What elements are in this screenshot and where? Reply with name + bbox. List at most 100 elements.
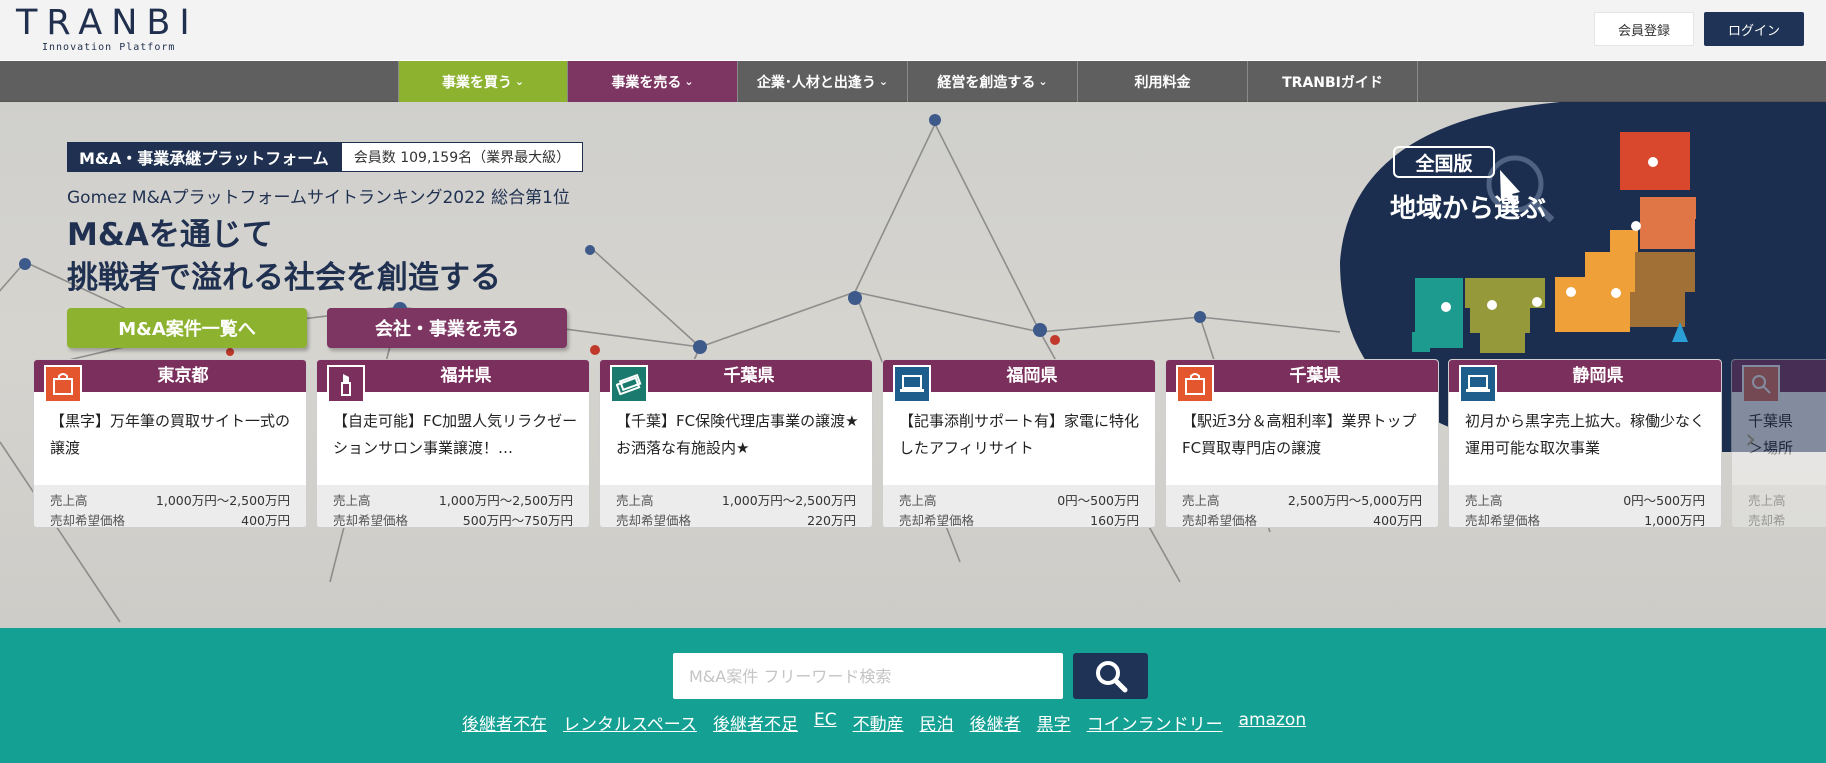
headline-line-1: M&Aを通じて <box>67 217 273 253</box>
card-info: 売上高 売却希 <box>1732 485 1826 528</box>
main-nav: 事業を買う ⌄ 事業を売る ⌄ 企業･人材と出逢う ⌄ 経営を創造する ⌄ 利用料金 T… <box>0 61 1826 102</box>
ma-list-button[interactable]: M&A案件一覧へ <box>67 308 307 348</box>
price-value: 160万円 <box>1090 513 1139 528</box>
sales-value: 2,500万円～5,000万円 <box>1287 493 1422 508</box>
price-label: 売却希 <box>1748 513 1786 528</box>
lipstick-icon <box>327 365 365 403</box>
card-title: 千葉県 ＞場所 <box>1748 412 1794 457</box>
nav-create-management[interactable]: 経営を創造する ⌄ <box>908 61 1078 102</box>
nav-sell-business[interactable]: 事業を売る ⌄ <box>568 61 738 102</box>
deal-card[interactable]: 静岡県 初月から黒字売上拡大。稼働少なく運用可能な取次事業 売上高 0円～500万… <box>1448 359 1722 528</box>
sales-label: 売上高 <box>50 493 88 508</box>
member-count: 会員数 109,159名（業界最大級） <box>340 142 584 172</box>
chevron-down-icon: ⌄ <box>878 75 889 88</box>
shopping-bag-icon <box>1176 365 1214 403</box>
ranking-text: Gomez M&Aプラットフォームサイトランキング2022 総合第1位 <box>67 188 570 208</box>
deal-card[interactable]: 東京都 【黒字】万年筆の買取サイト一式の譲渡 売上高 1,000万円～2,500万… <box>33 359 307 528</box>
login-button[interactable]: ログイン <box>1704 12 1804 46</box>
sales-value: 1,000万円～2,500万円 <box>155 493 290 508</box>
card-info: 売上高 0円～500万円 売却希望価格 160万円 <box>883 485 1155 528</box>
price-label: 売却希望価格 <box>333 513 409 528</box>
nav-meet-people[interactable]: 企業･人材と出逢う ⌄ <box>738 61 908 102</box>
sales-label: 売上高 <box>1748 493 1786 508</box>
deal-card[interactable]: 福岡県 【記事添削サポート有】家電に特化したアフィリサイト 売上高 0円～500万… <box>882 359 1156 528</box>
sales-value: 0円～500万円 <box>1623 493 1705 508</box>
price-value: 220万円 <box>807 513 856 528</box>
carousel-next-icon[interactable]: › <box>1745 422 1756 455</box>
nav-label: TRANBIガイド <box>1282 74 1383 91</box>
price-label: 売却希望価格 <box>1465 513 1541 528</box>
sell-business-button[interactable]: 会社・事業を売る <box>327 308 567 348</box>
card-title: 【黒字】万年筆の買取サイト一式の譲渡 <box>50 412 291 457</box>
keyword-link[interactable]: 後継者 <box>970 710 1021 735</box>
search-icon <box>1095 661 1127 693</box>
card-info: 売上高 1,000万円～2,500万円 売却希望価格 400万円 <box>34 485 306 528</box>
region-tag: 全国版 <box>1393 146 1495 178</box>
nav-label: 経営を創造する <box>937 74 1036 91</box>
search-button[interactable] <box>1073 653 1148 699</box>
keyword-link[interactable]: 黒字 <box>1037 710 1071 735</box>
card-title: 初月から黒字売上拡大。稼働少なく運用可能な取次事業 <box>1465 412 1706 457</box>
laptop-icon <box>1459 365 1497 403</box>
nav-buy-business[interactable]: 事業を買う ⌄ <box>398 61 568 102</box>
card-title: 【千葉】FC保険代理店事業の譲渡★お洒落な有施設内★ <box>616 412 859 457</box>
sales-label: 売上高 <box>899 493 937 508</box>
chevron-down-icon: ⌄ <box>514 75 525 88</box>
keyword-link[interactable]: 後継者不在 <box>462 710 547 735</box>
deal-card[interactable]: 千葉県 【千葉】FC保険代理店事業の譲渡★お洒落な有施設内★ 売上高 1,000万… <box>599 359 873 528</box>
logo[interactable]: TRANBI Innovation Platform <box>16 4 199 53</box>
sales-label: 売上高 <box>1465 493 1503 508</box>
keyword-link[interactable]: 後継者不足 <box>713 710 798 735</box>
keyword-link[interactable]: EC <box>814 710 837 735</box>
card-title: 【記事添削サポート有】家電に特化したアフィリサイト <box>899 412 1140 457</box>
popular-keywords: 後継者不在 レンタルスペース 後継者不足 EC 不動産 民泊 後継者 黒字 コイ… <box>462 710 1306 735</box>
sales-label: 売上高 <box>1182 493 1220 508</box>
sales-label: 売上高 <box>333 493 371 508</box>
sales-value: 1,000万円～2,500万円 <box>438 493 573 508</box>
deal-card[interactable]: 千葉県 【駅近3分＆高粗利率】業界トップFC買取専門店の譲渡 売上高 2,500万… <box>1165 359 1439 528</box>
card-info: 売上高 0円～500万円 売却希望価格 1,000万円 <box>1449 485 1721 528</box>
price-label: 売却希望価格 <box>1182 513 1258 528</box>
price-value: 1,000万円 <box>1644 513 1705 528</box>
keyword-link[interactable]: amazon <box>1239 710 1307 735</box>
header: TRANBI Innovation Platform 会員登録 ログイン <box>0 0 1826 60</box>
nav-label: 利用料金 <box>1134 74 1191 91</box>
price-value: 500万円～750万円 <box>462 513 573 528</box>
keyword-link[interactable]: コインランドリー <box>1087 710 1223 735</box>
keyword-link[interactable]: 不動産 <box>853 710 904 735</box>
sales-label: 売上高 <box>616 493 654 508</box>
keyword-link[interactable]: レンタルスペース <box>563 710 697 735</box>
price-value: 400万円 <box>1373 513 1422 528</box>
deal-card[interactable]: 福井県 【自走可能】FC加盟人気リラクゼーションサロン事業譲渡！… 売上高 1,0… <box>316 359 590 528</box>
region-title[interactable]: 地域から選ぶ <box>1390 188 1546 225</box>
card-title: 【自走可能】FC加盟人気リラクゼーションサロン事業譲渡！… <box>333 412 578 457</box>
search-icon <box>1742 365 1780 403</box>
nav-label: 企業･人材と出逢う <box>756 74 876 91</box>
card-info: 売上高 1,000万円～2,500万円 売却希望価格 500万円～750万円 <box>317 485 589 528</box>
price-value: 400万円 <box>241 513 290 528</box>
nav-guide[interactable]: TRANBIガイド <box>1248 61 1418 102</box>
search-section: 後継者不在 レンタルスペース 後継者不足 EC 不動産 民泊 後継者 黒字 コイ… <box>0 628 1826 763</box>
laptop-icon <box>893 365 931 403</box>
register-button[interactable]: 会員登録 <box>1594 12 1694 46</box>
chevron-down-icon: ⌄ <box>684 75 694 88</box>
search-input[interactable] <box>673 653 1063 699</box>
logo-text: TRANBI <box>16 3 199 43</box>
card-title: 【駅近3分＆高粗利率】業界トップFC買取専門店の譲渡 <box>1182 412 1417 457</box>
money-icon <box>610 365 648 403</box>
hero: M&A・事業承継プラットフォーム 会員数 109,159名（業界最大級） Gom… <box>0 102 1826 628</box>
chevron-down-icon: ⌄ <box>1038 75 1048 88</box>
hero-headline: M&Aを通じて 挑戦者で溢れる社会を創造する <box>67 214 501 300</box>
card-info: 売上高 2,500万円～5,000万円 売却希望価格 400万円 <box>1166 485 1438 528</box>
headline-line-2: 挑戦者で溢れる社会を創造する <box>67 260 501 296</box>
nav-label: 事業を買う <box>441 74 512 91</box>
platform-label: M&A・事業承継プラットフォーム <box>67 142 341 172</box>
price-label: 売却希望価格 <box>616 513 692 528</box>
keyword-link[interactable]: 民泊 <box>920 710 954 735</box>
price-label: 売却希望価格 <box>50 513 126 528</box>
card-info: 売上高 1,000万円～2,500万円 売却希望価格 220万円 <box>600 485 872 528</box>
nav-pricing[interactable]: 利用料金 <box>1078 61 1248 102</box>
nav-label: 事業を売る <box>611 74 682 91</box>
logo-tagline: Innovation Platform <box>42 42 176 53</box>
shopping-bag-icon <box>44 365 82 403</box>
